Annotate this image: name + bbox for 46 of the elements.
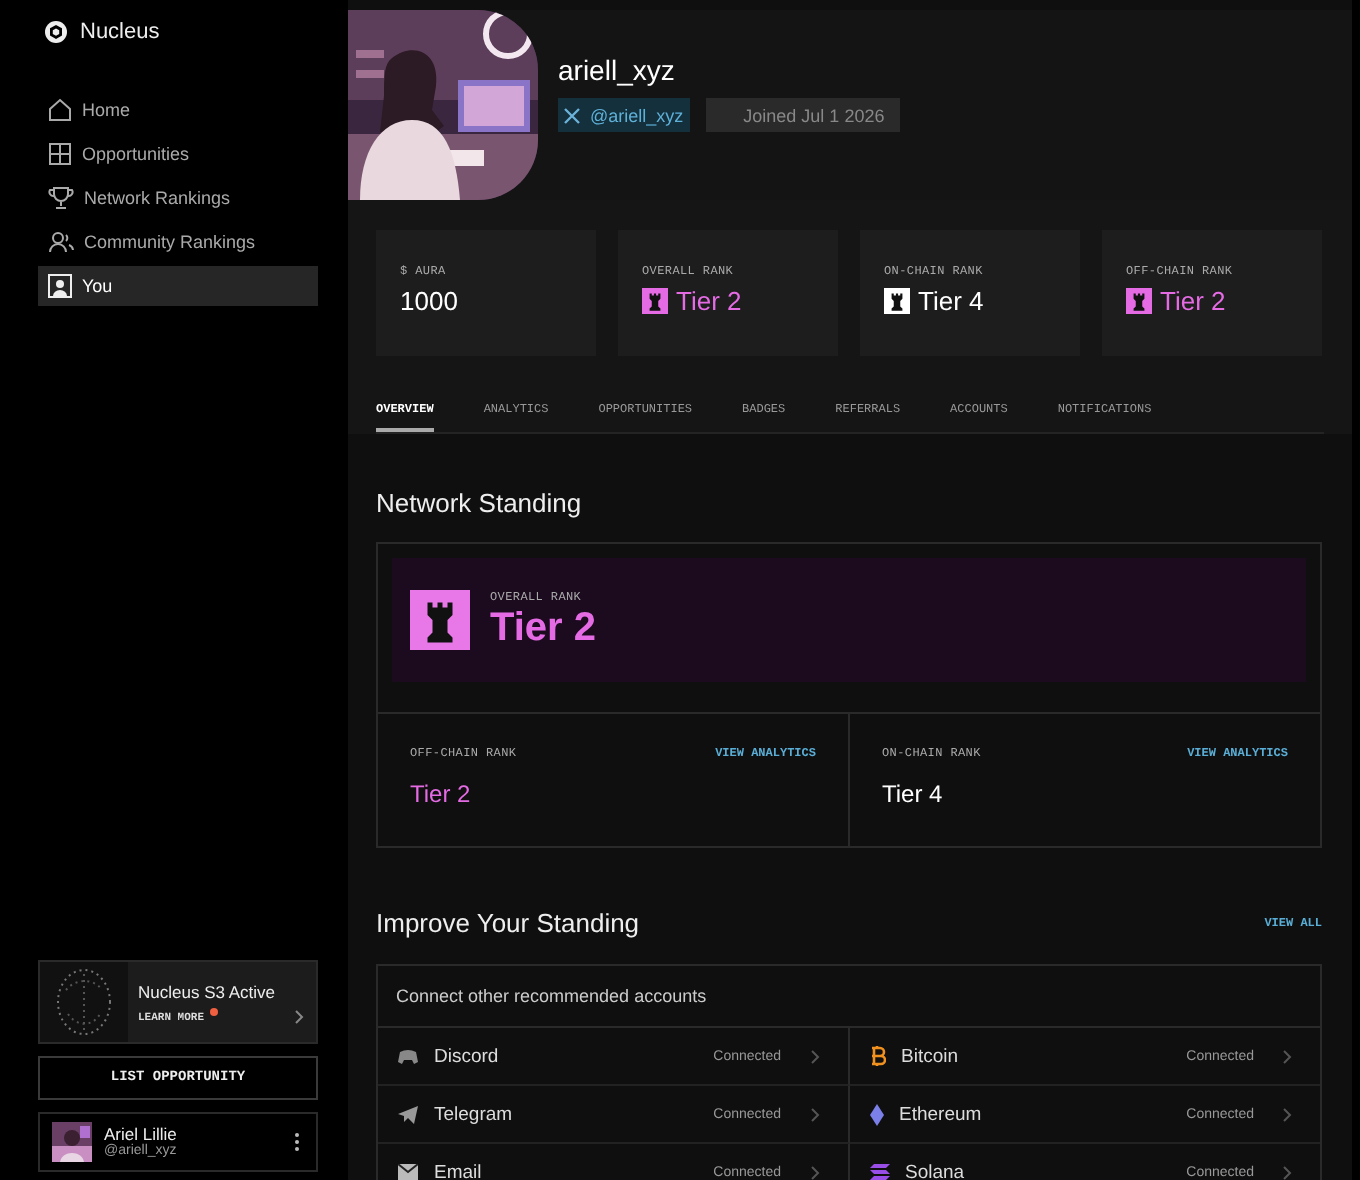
trophy-icon [48,186,74,210]
section-title: Improve Your Standing [376,908,640,938]
user-name: Ariel Lillie [104,1125,177,1144]
nav-item[interactable]: Community Rankings [38,222,318,262]
bitcoin-icon [869,1046,885,1066]
joined-date: Joined Jul 1 2026 [705,98,900,132]
chevron-right-icon [1282,1165,1292,1179]
nav-item[interactable]: Opportunities [38,134,318,174]
chevron-right-icon [809,1165,819,1179]
nav-item[interactable]: You [38,266,318,306]
chevron-right-icon [1282,1049,1292,1063]
stat-value: 1000 [400,286,460,316]
home-icon [48,98,72,122]
rank-value: Tier 2 [490,606,596,650]
gamepad-icon [398,1048,418,1064]
chevron-right-icon[interactable] [294,1009,304,1023]
x-logo-icon [564,107,580,123]
chevron-right-icon [1282,1107,1292,1121]
x-handle-link[interactable]: @ariell_xyz [558,98,690,132]
rook-icon [884,288,910,314]
stat-value: Tier 2 [1160,286,1226,316]
nav-item[interactable]: Network Rankings [38,178,318,218]
chevron-right-icon [809,1049,819,1063]
stat-value: Tier 4 [918,286,984,316]
accounts-subtitle: Connect other recommended accounts [378,966,1320,1028]
rook-icon [1126,288,1152,314]
solana-icon [869,1164,889,1180]
promo-title: Nucleus S3 Active [138,981,278,1001]
chevron-right-icon [809,1107,819,1121]
username: ariell_xyz [558,54,677,86]
stat-value: Tier 2 [676,286,742,316]
paper-plane-icon [398,1105,418,1123]
rank-value: Tier 4 [882,780,945,808]
people-icon [48,230,74,254]
grid-icon [48,142,72,166]
rank-value: Tier 2 [410,780,473,808]
rook-icon [642,288,668,314]
cube-logo-icon [44,20,68,44]
rook-icon [410,590,470,650]
app-name: Nucleus [80,20,160,44]
nav-item[interactable]: Home [38,90,318,130]
more-menu-icon[interactable] [294,1132,300,1152]
user-icon [48,274,72,298]
mail-icon [398,1164,418,1180]
section-title: Network Standing [376,488,584,518]
ethereum-icon [869,1103,883,1125]
